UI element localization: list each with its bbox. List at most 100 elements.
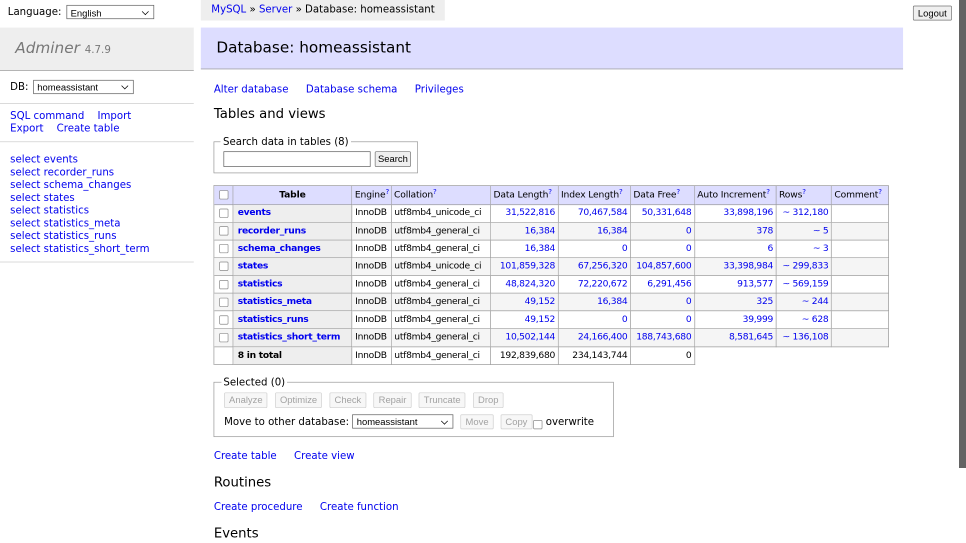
language-select[interactable]: English [66,5,154,19]
db-select[interactable]: homeassistant [33,80,133,94]
table-link-statistics-runs[interactable]: statistics_runs [44,231,117,242]
row-checkbox[interactable] [219,298,228,307]
search-input[interactable] [224,152,371,167]
data-free-link[interactable]: 50,331,648 [642,208,692,219]
auto-increment-link[interactable]: 39,999 [743,314,773,325]
row-checkbox[interactable] [219,244,228,253]
data-length-link[interactable]: 49,152 [525,314,555,325]
auto-increment-link[interactable]: 6 [768,243,774,254]
sidebar-link-create-table[interactable]: Create table [57,123,120,134]
table-link-statistics-meta[interactable]: statistics_meta [44,218,121,229]
auto-increment-link[interactable]: 33,898,196 [723,208,773,219]
rows-count-link[interactable]: ~ 3 [813,243,829,254]
table-link-events[interactable]: events [44,154,78,165]
row-checkbox[interactable] [219,315,228,324]
rows-count-link[interactable]: ~ 299,833 [782,261,828,272]
table-name-link[interactable]: statistics_meta [238,296,312,307]
row-checkbox[interactable] [219,280,228,289]
comment-help-link[interactable]: ? [878,188,882,196]
index-length-link[interactable]: 70,467,584 [578,208,628,219]
index-length-link[interactable]: 72,220,672 [578,279,628,290]
index-length-link[interactable]: 0 [622,243,628,254]
create-function-link[interactable]: Create function [320,501,399,512]
data-free-link[interactable]: 0 [686,296,692,307]
index-length-link[interactable]: 24,166,400 [578,332,628,343]
optimize-button[interactable]: Optimize [275,393,322,408]
overwrite-checkbox[interactable] [533,420,542,429]
privileges-link[interactable]: Privileges [415,84,464,95]
select-link[interactable]: select [10,231,40,242]
index-length-link[interactable]: 16,384 [597,296,627,307]
search-button[interactable]: Search [375,152,411,167]
analyze-button[interactable]: Analyze [224,393,267,408]
table-link-statistics[interactable]: statistics [44,205,89,216]
table-link-states[interactable]: states [44,192,75,203]
table-name-link[interactable]: events [238,208,271,219]
row-checkbox[interactable] [219,226,228,235]
rows-count-link[interactable]: ~ 136,108 [782,332,828,343]
index-length-link[interactable]: 0 [622,314,628,325]
breadcrumb-server[interactable]: Server [259,4,292,15]
row-checkbox[interactable] [219,262,228,271]
index-length-link[interactable]: 67,256,320 [578,261,628,272]
move-button[interactable]: Move [461,414,494,429]
select-all-checkbox[interactable] [219,190,228,199]
data-free-help-link[interactable]: ? [676,188,680,196]
truncate-button[interactable]: Truncate [419,393,466,408]
auto-increment-link[interactable]: 33,398,984 [723,261,773,272]
database-schema-link[interactable]: Database schema [306,84,398,95]
collation-help-link[interactable]: ? [433,188,437,196]
select-link[interactable]: select [10,180,40,191]
data-length-link[interactable]: 10,502,144 [505,332,555,343]
table-name-link[interactable]: statistics_runs [238,314,309,325]
select-link[interactable]: select [10,154,40,165]
index-length-link[interactable]: 16,384 [597,225,627,236]
drop-button[interactable]: Drop [473,393,503,408]
logout-button[interactable]: Logout [913,5,952,20]
alter-database-link[interactable]: Alter database [214,84,289,95]
table-link-schema-changes[interactable]: schema_changes [44,180,132,191]
table-name-link[interactable]: statistics_short_term [238,332,340,343]
data-free-link[interactable]: 0 [686,243,692,254]
data-free-link[interactable]: 0 [686,314,692,325]
sidebar-link-sql-command[interactable]: SQL command [10,111,84,122]
row-checkbox[interactable] [219,333,228,342]
select-link[interactable]: select [10,243,40,254]
data-length-link[interactable]: 49,152 [525,296,555,307]
engine-help-link[interactable]: ? [385,188,389,196]
table-name-link[interactable]: statistics [238,279,283,290]
auto-increment-link[interactable]: 8,581,645 [729,332,773,343]
data-free-link[interactable]: 0 [686,225,692,236]
select-link[interactable]: select [10,167,40,178]
table-link-recorder-runs[interactable]: recorder_runs [44,167,114,178]
move-db-select[interactable]: homeassistant [352,415,453,429]
table-link-statistics-short-term[interactable]: statistics_short_term [44,243,150,254]
create-procedure-link[interactable]: Create procedure [214,501,303,512]
select-link[interactable]: select [10,218,40,229]
rows-count-link[interactable]: ~ 312,180 [782,208,828,219]
create-view-link[interactable]: Create view [294,450,354,461]
copy-button[interactable]: Copy [500,414,532,429]
repair-button[interactable]: Repair [374,393,412,408]
sidebar-link-export[interactable]: Export [10,123,43,134]
data-length-link[interactable]: 48,824,320 [505,279,555,290]
table-name-link[interactable]: recorder_runs [238,225,306,236]
app-name-link[interactable]: Adminer [15,39,80,57]
data-length-link[interactable]: 31,522,816 [505,208,555,219]
rows-count-link[interactable]: ~ 244 [802,296,829,307]
sidebar-link-import[interactable]: Import [97,111,131,122]
auto-increment-link[interactable]: 325 [756,296,773,307]
rows-count-link[interactable]: ~ 5 [813,225,829,236]
select-link[interactable]: select [10,205,40,216]
table-name-link[interactable]: states [238,261,268,272]
data-length-help-link[interactable]: ? [548,188,552,196]
auto-increment-link[interactable]: 378 [756,225,773,236]
rows-help-link[interactable]: ? [802,188,806,196]
scrollbar-thumb[interactable] [959,0,966,468]
row-checkbox[interactable] [219,209,228,218]
data-free-link[interactable]: 6,291,456 [647,279,691,290]
breadcrumb-server-type[interactable]: MySQL [211,4,246,15]
select-link[interactable]: select [10,192,40,203]
check-button[interactable]: Check [330,393,367,408]
data-length-link[interactable]: 16,384 [525,243,555,254]
